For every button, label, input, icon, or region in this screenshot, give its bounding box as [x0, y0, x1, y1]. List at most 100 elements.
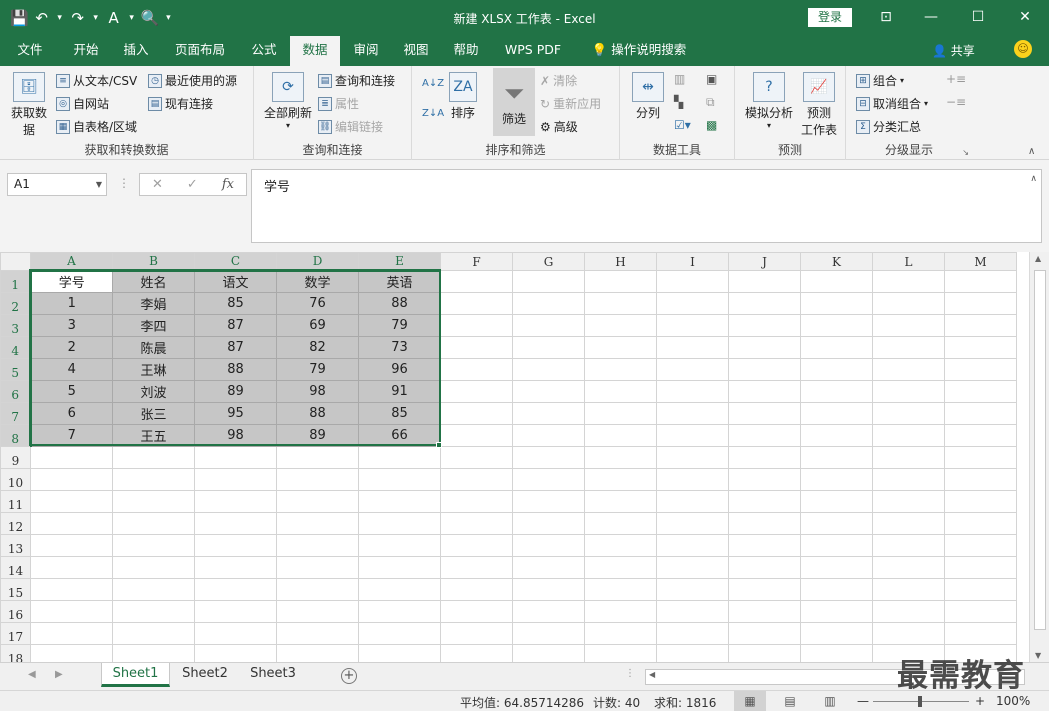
page-layout-view-icon[interactable]: ▤ [774, 691, 806, 711]
cell-D2[interactable]: 76 [276, 292, 359, 315]
column-header-J[interactable]: J [728, 252, 801, 271]
cell-K2[interactable] [800, 292, 873, 315]
cell-D5[interactable]: 79 [276, 358, 359, 381]
reapply-button[interactable]: ↻ 重新应用 [540, 95, 601, 112]
cell-L10[interactable] [872, 468, 945, 491]
cell-J10[interactable] [728, 468, 801, 491]
cell-G2[interactable] [512, 292, 585, 315]
undo-dropdown-icon[interactable]: ▾ [55, 6, 65, 30]
cell-G6[interactable] [512, 380, 585, 403]
cell-K15[interactable] [800, 578, 873, 601]
cell-E1[interactable]: 英语 [358, 270, 441, 293]
cell-H15[interactable] [584, 578, 657, 601]
column-header-L[interactable]: L [872, 252, 945, 271]
cell-B16[interactable] [112, 600, 195, 623]
cell-C8[interactable]: 98 [194, 424, 277, 447]
cell-M1[interactable] [944, 270, 1017, 293]
cell-F11[interactable] [440, 490, 513, 513]
cell-E10[interactable] [358, 468, 441, 491]
maximize-button[interactable]: ☐ [965, 6, 991, 28]
cell-J11[interactable] [728, 490, 801, 513]
cell-I14[interactable] [656, 556, 729, 579]
cell-B8[interactable]: 王五 [112, 424, 195, 447]
cell-J8[interactable] [728, 424, 801, 447]
name-box[interactable]: A1 ▼ [7, 173, 107, 196]
cell-K17[interactable] [800, 622, 873, 645]
redo-dropdown-icon[interactable]: ▾ [91, 6, 101, 30]
cell-H12[interactable] [584, 512, 657, 535]
cell-G3[interactable] [512, 314, 585, 337]
cell-A18[interactable] [30, 644, 113, 662]
cell-M17[interactable] [944, 622, 1017, 645]
cell-D14[interactable] [276, 556, 359, 579]
cell-B11[interactable] [112, 490, 195, 513]
cell-M3[interactable] [944, 314, 1017, 337]
existing-connections-button[interactable]: ▤ 现有连接 [148, 95, 213, 112]
cell-G8[interactable] [512, 424, 585, 447]
cell-I1[interactable] [656, 270, 729, 293]
cell-A1[interactable]: 学号 [30, 270, 113, 293]
cell-G11[interactable] [512, 490, 585, 513]
minimize-button[interactable]: — [918, 6, 944, 28]
cell-I15[interactable] [656, 578, 729, 601]
row-header-18[interactable]: 18 [0, 644, 31, 662]
cell-B15[interactable] [112, 578, 195, 601]
cell-L11[interactable] [872, 490, 945, 513]
sheet-tab-1[interactable]: Sheet1 [101, 663, 170, 687]
cell-G12[interactable] [512, 512, 585, 535]
cell-A13[interactable] [30, 534, 113, 557]
cell-F8[interactable] [440, 424, 513, 447]
cell-J12[interactable] [728, 512, 801, 535]
row-header-10[interactable]: 10 [0, 468, 31, 491]
scroll-left-icon[interactable]: ◀ [649, 670, 655, 679]
row-header-2[interactable]: 2 [0, 292, 32, 315]
cell-B18[interactable] [112, 644, 195, 662]
sheet-tab-3[interactable]: Sheet3 [240, 663, 306, 687]
cell-E14[interactable] [358, 556, 441, 579]
sort-asc-icon[interactable]: A↓Z [422, 78, 444, 89]
cell-M15[interactable] [944, 578, 1017, 601]
cell-K4[interactable] [800, 336, 873, 359]
filter-button[interactable]: ⏷ 筛选 [493, 68, 535, 136]
cell-F7[interactable] [440, 402, 513, 425]
cell-C1[interactable]: 语文 [194, 270, 277, 293]
cell-M12[interactable] [944, 512, 1017, 535]
cell-K3[interactable] [800, 314, 873, 337]
cell-C4[interactable]: 87 [194, 336, 277, 359]
cell-B9[interactable] [112, 446, 195, 469]
cell-L17[interactable] [872, 622, 945, 645]
cell-D6[interactable]: 98 [276, 380, 359, 403]
tab-file[interactable]: 文件 [8, 36, 52, 66]
cell-H2[interactable] [584, 292, 657, 315]
get-data-button[interactable]: 🗄 获取数 据 [8, 72, 50, 138]
cell-K8[interactable] [800, 424, 873, 447]
cell-E3[interactable]: 79 [358, 314, 441, 337]
cell-D12[interactable] [276, 512, 359, 535]
next-sheet-icon[interactable]: ▶ [55, 669, 63, 680]
cell-H4[interactable] [584, 336, 657, 359]
expand-formula-icon[interactable]: ∧ [1030, 174, 1037, 184]
cell-I8[interactable] [656, 424, 729, 447]
cell-F2[interactable] [440, 292, 513, 315]
cell-C16[interactable] [194, 600, 277, 623]
cell-K9[interactable] [800, 446, 873, 469]
cell-I6[interactable] [656, 380, 729, 403]
cell-L7[interactable] [872, 402, 945, 425]
cell-L12[interactable] [872, 512, 945, 535]
cell-H16[interactable] [584, 600, 657, 623]
insert-function-icon[interactable]: fx [222, 177, 234, 192]
cell-C17[interactable] [194, 622, 277, 645]
refresh-all-button[interactable]: ⟳ 全部刷新 ▾ [262, 72, 314, 130]
tab-splitter-icon[interactable]: ⋮ [625, 668, 635, 679]
cell-K13[interactable] [800, 534, 873, 557]
subtotal-button[interactable]: Σ 分类汇总 [856, 118, 921, 135]
cell-L5[interactable] [872, 358, 945, 381]
cell-B5[interactable]: 王琳 [112, 358, 195, 381]
add-sheet-icon[interactable]: + [341, 668, 357, 684]
scroll-down-icon[interactable]: ▼ [1035, 651, 1041, 660]
cell-K1[interactable] [800, 270, 873, 293]
cell-G14[interactable] [512, 556, 585, 579]
cell-J17[interactable] [728, 622, 801, 645]
formula-input[interactable]: 学号 ∧ [251, 169, 1042, 243]
cell-J13[interactable] [728, 534, 801, 557]
